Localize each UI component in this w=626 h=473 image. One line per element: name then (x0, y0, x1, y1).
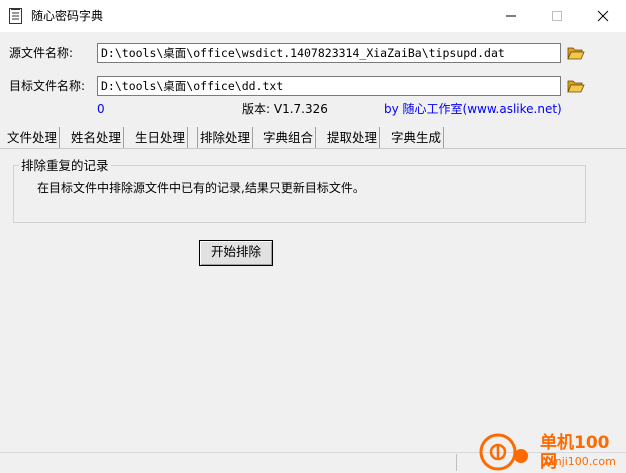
app-icon (9, 8, 22, 24)
record-counter: 0 (97, 102, 105, 116)
tab-birthday-processing[interactable]: 生日处理 (133, 127, 189, 148)
watermark-url: danji100.com (541, 455, 616, 468)
tab-file-processing[interactable]: 文件处理 (5, 127, 61, 148)
credit-link[interactable]: by 随心工作室(www.aslike.net) (384, 101, 562, 117)
maximize-button[interactable] (534, 0, 580, 32)
open-folder-icon[interactable] (567, 45, 585, 61)
source-file-input[interactable]: D:\tools\桌面\office\wsdict.1407823314_Xia… (97, 43, 561, 63)
tab-divider (0, 148, 626, 149)
tab-strip: 文件处理 姓名处理 生日处理 排除处理 字典组合 提取处理 字典生成 (0, 127, 626, 149)
group-description: 在目标文件中排除源文件中已有的记录,结果只更新目标文件。 (37, 181, 365, 195)
target-file-label: 目标文件名称: (9, 79, 86, 93)
close-button[interactable] (580, 0, 626, 32)
tab-extract-processing[interactable]: 提取处理 (325, 127, 381, 148)
tab-exclude-processing[interactable]: 排除处理 (197, 127, 254, 148)
tab-dictionary-combine[interactable]: 字典组合 (261, 127, 317, 148)
maximize-icon (552, 11, 562, 21)
source-file-label: 源文件名称: (9, 46, 74, 60)
status-separator (456, 454, 457, 471)
target-file-input[interactable]: D:\tools\桌面\office\dd.txt (97, 76, 561, 96)
window-title: 随心密码字典 (31, 9, 104, 23)
version-text: 版本: V1.7.326 (242, 102, 328, 116)
tab-name-processing[interactable]: 姓名处理 (69, 127, 125, 148)
watermark-logo-icon (479, 433, 528, 471)
close-icon (597, 10, 609, 22)
open-folder-icon[interactable] (567, 78, 585, 94)
minimize-button[interactable] (488, 0, 534, 32)
tab-dictionary-generate[interactable]: 字典生成 (389, 127, 445, 148)
start-exclude-button[interactable]: 开始排除 (199, 240, 273, 266)
minimize-icon (506, 15, 516, 17)
group-title: 排除重复的记录 (19, 157, 111, 174)
